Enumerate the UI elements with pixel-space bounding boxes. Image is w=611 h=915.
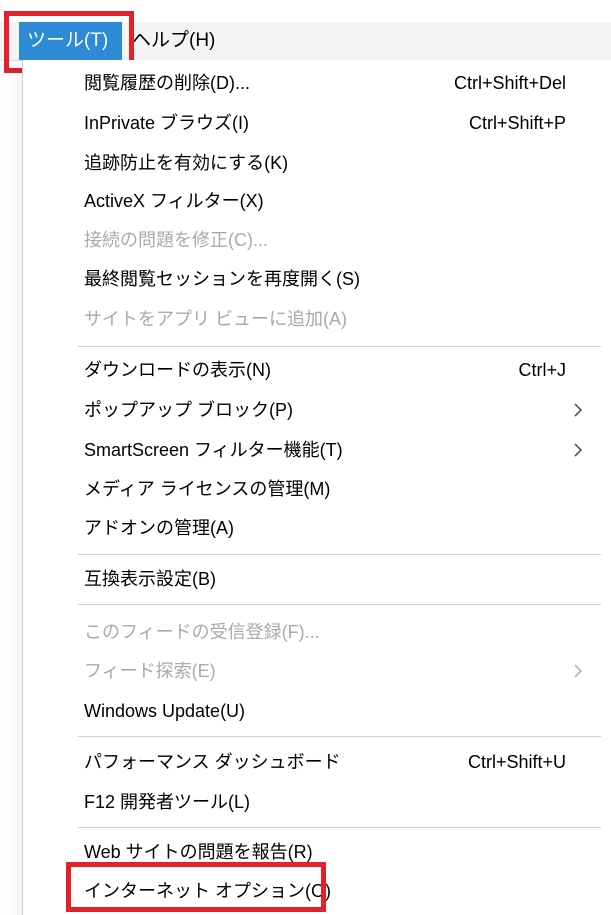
menu-separator (78, 736, 601, 737)
menu-item-label: SmartScreen フィルター機能(T) (84, 440, 343, 460)
menu-item-smartscreen[interactable]: SmartScreen フィルター機能(T) (23, 430, 611, 470)
menu-item-label: 接続の問題を修正(C)... (84, 230, 268, 250)
menu-item-shortcut: Ctrl+Shift+P (468, 113, 566, 133)
menu-item-f12-devtools[interactable]: F12 開発者ツール(L) (23, 782, 611, 822)
menu-item-label: ポップアップ ブロック(P) (84, 400, 293, 420)
menu-item-feed-discovery: フィード探索(E) (23, 651, 611, 691)
menu-item-performance-dashboard[interactable]: パフォーマンス ダッシュボード Ctrl+Shift+U (23, 742, 611, 782)
menu-item-popup-blocker[interactable]: ポップアップ ブロック(P) (23, 390, 611, 430)
menu-item-tracking-protection[interactable]: 追跡防止を有効にする(K) (23, 143, 611, 183)
menu-item-activex-filter[interactable]: ActiveX フィルター(X) (23, 181, 611, 221)
menu-tools[interactable]: ツール(T) (19, 22, 122, 60)
menu-item-shortcut: Ctrl+Shift+U (467, 752, 566, 772)
menu-item-label: メディア ライセンスの管理(M) (84, 479, 331, 499)
menu-separator (78, 554, 601, 555)
tools-dropdown-menu: 閲覧履歴の削除(D)... Ctrl+Shift+Del InPrivate ブ… (5, 60, 611, 915)
menu-separator (78, 827, 601, 828)
menu-item-label: F12 開発者ツール(L) (84, 792, 251, 812)
menu-item-label: サイトをアプリ ビューに追加(A) (84, 309, 347, 329)
menu-item-fix-connection: 接続の問題を修正(C)... (23, 220, 611, 260)
menu-item-delete-history[interactable]: 閲覧履歴の削除(D)... Ctrl+Shift+Del (23, 63, 611, 103)
menu-item-compat-view[interactable]: 互換表示設定(B) (23, 559, 611, 599)
menu-item-inprivate[interactable]: InPrivate ブラウズ(I) Ctrl+Shift+P (23, 103, 611, 143)
menu-item-report-website-problems[interactable]: Web サイトの問題を報告(R) (23, 832, 611, 872)
menu-item-label: アドオンの管理(A) (84, 518, 234, 538)
menu-item-internet-options[interactable]: インターネット オプション(O) (23, 871, 611, 911)
menu-item-label: 閲覧履歴の削除(D)... (84, 73, 250, 93)
menu-item-subscribe-feed: このフィードの受信登録(F)... (23, 612, 611, 652)
menu-item-label: フィード探索(E) (84, 661, 216, 681)
menu-item-manage-addons[interactable]: アドオンの管理(A) (23, 508, 611, 548)
menu-item-label: Windows Update(U) (84, 701, 246, 721)
menu-item-shortcut: Ctrl+J (518, 360, 566, 380)
menu-item-windows-update[interactable]: Windows Update(U) (23, 691, 611, 731)
menu-item-label: 最終閲覧セッションを再度開く(S) (84, 269, 360, 289)
menu-item-media-license[interactable]: メディア ライセンスの管理(M) (23, 469, 611, 509)
menu-item-label: パフォーマンス ダッシュボード (84, 752, 341, 772)
menu-item-view-downloads[interactable]: ダウンロードの表示(N) Ctrl+J (23, 350, 611, 390)
chevron-right-icon (574, 403, 583, 417)
menu-item-label: ActiveX フィルター(X) (84, 191, 264, 211)
menu-item-label: インターネット オプション(O) (84, 881, 331, 901)
menu-item-label: ダウンロードの表示(N) (84, 360, 271, 380)
menu-item-label: Web サイトの問題を報告(R) (84, 842, 313, 862)
menu-item-reopen-session[interactable]: 最終閲覧セッションを再度開く(S) (23, 259, 611, 299)
menu-help[interactable]: ヘルプ(H) (124, 22, 223, 60)
menu-bar: ツール(T) ヘルプ(H) (0, 0, 611, 73)
menu-item-label: 互換表示設定(B) (84, 569, 216, 589)
menu-item-label: 追跡防止を有効にする(K) (84, 153, 289, 173)
menu-separator (78, 346, 601, 347)
menu-item-add-site-app-view: サイトをアプリ ビューに追加(A) (23, 299, 611, 339)
chevron-right-icon (574, 443, 583, 457)
menu-item-shortcut: Ctrl+Shift+Del (453, 73, 566, 93)
menu-item-label: InPrivate ブラウズ(I) (84, 113, 250, 133)
menu-item-label: このフィードの受信登録(F)... (84, 622, 320, 642)
chevron-right-icon (574, 664, 583, 678)
menu-separator (78, 604, 601, 605)
